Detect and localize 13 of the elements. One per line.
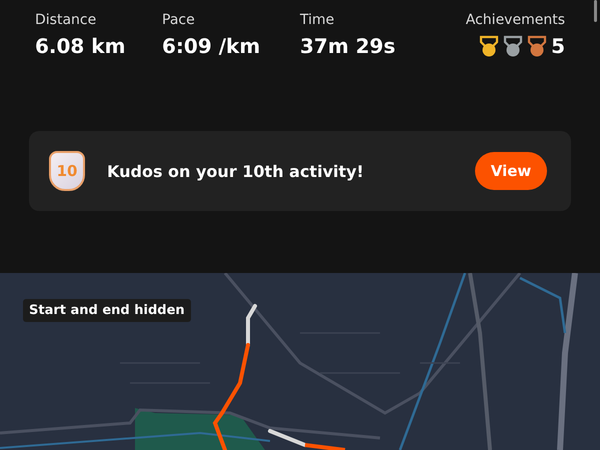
stat-label: Pace bbox=[162, 12, 195, 28]
privacy-label: Start and end hidden bbox=[23, 299, 191, 322]
view-button[interactable]: View bbox=[475, 152, 547, 190]
scrollbar[interactable] bbox=[594, 0, 597, 22]
stat-value: 6.08 km bbox=[35, 34, 126, 58]
stat-label: Time bbox=[300, 12, 334, 28]
stat-value: 5 bbox=[551, 34, 565, 58]
milestone-badge: 10 bbox=[49, 151, 85, 191]
stat-value: 37m 29s bbox=[300, 34, 396, 58]
stat-label: Achievements bbox=[466, 12, 565, 28]
stat-label: Distance bbox=[35, 12, 96, 28]
stat-value: 6:09 /km bbox=[162, 34, 260, 58]
kudos-message: Kudos on your 10th activity! bbox=[107, 162, 364, 180]
